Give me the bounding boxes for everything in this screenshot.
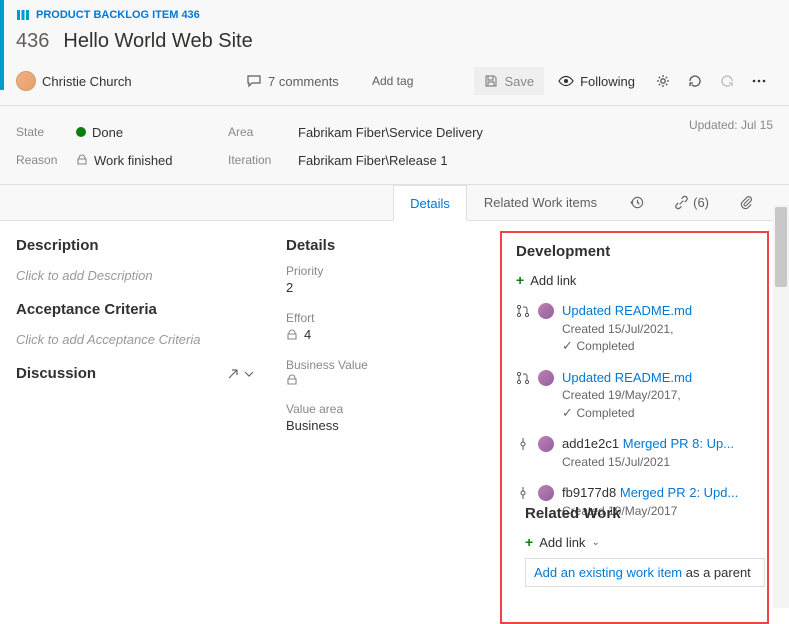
plus-icon: + bbox=[525, 534, 533, 550]
work-item-title[interactable]: Hello World Web Site bbox=[63, 30, 252, 53]
lock-icon bbox=[286, 329, 298, 341]
business-value-label: Business Value bbox=[286, 358, 484, 372]
dev-link[interactable]: Merged PR 2: Upd... bbox=[620, 485, 739, 500]
undo-button[interactable] bbox=[713, 67, 741, 95]
breadcrumb[interactable]: PRODUCT BACKLOG ITEM 436 bbox=[16, 8, 773, 26]
priority-field[interactable]: 2 bbox=[286, 278, 484, 301]
discussion-heading: Discussion bbox=[16, 365, 254, 382]
effort-label: Effort bbox=[286, 311, 484, 325]
value-area-label: Value area bbox=[286, 402, 484, 416]
business-value-field[interactable] bbox=[286, 372, 484, 392]
reason-field[interactable]: Work finished bbox=[76, 153, 216, 168]
gear-icon bbox=[655, 73, 671, 89]
development-item[interactable]: Updated README.md Created 19/May/2017, ✓… bbox=[516, 365, 753, 432]
avatar bbox=[538, 303, 554, 319]
avatar bbox=[16, 71, 36, 91]
state-field[interactable]: Done bbox=[76, 125, 216, 140]
refresh-icon bbox=[687, 73, 703, 89]
value-area-field[interactable]: Business bbox=[286, 416, 484, 439]
commit-icon bbox=[516, 486, 530, 500]
avatar bbox=[538, 485, 554, 501]
area-label: Area bbox=[228, 125, 298, 139]
acceptance-field[interactable]: Click to add Acceptance Criteria bbox=[16, 326, 254, 365]
pull-request-icon bbox=[516, 304, 530, 318]
comment-icon bbox=[246, 73, 262, 89]
development-item[interactable]: add1e2c1 Merged PR 8: Up... Created 15/J… bbox=[516, 431, 753, 480]
commit-icon bbox=[516, 437, 530, 451]
breadcrumb-label: PRODUCT BACKLOG ITEM 436 bbox=[36, 9, 200, 21]
follow-button[interactable]: Following bbox=[548, 67, 645, 95]
updated-label: Updated: Jul 15 bbox=[689, 118, 773, 174]
comments-button[interactable]: 7 comments bbox=[246, 73, 366, 89]
avatar bbox=[538, 436, 554, 452]
comments-count: 7 comments bbox=[268, 74, 339, 89]
refresh-button[interactable] bbox=[681, 67, 709, 95]
check-icon: ✓ bbox=[562, 405, 577, 420]
avatar bbox=[538, 370, 554, 386]
acceptance-heading: Acceptance Criteria bbox=[16, 301, 254, 318]
work-item-id: 436 bbox=[16, 30, 49, 53]
tab-related-work-items[interactable]: Related Work items bbox=[467, 185, 614, 221]
effort-field[interactable]: 4 bbox=[286, 325, 484, 348]
expand-collapse-control[interactable] bbox=[226, 367, 254, 381]
details-heading: Details bbox=[286, 237, 484, 254]
more-button[interactable] bbox=[745, 67, 773, 95]
related-work-heading: Related Work bbox=[525, 505, 765, 522]
priority-label: Priority bbox=[286, 264, 484, 278]
check-icon: ✓ bbox=[562, 338, 577, 353]
development-item[interactable]: Updated README.md Created 15/Jul/2021, ✓… bbox=[516, 298, 753, 365]
tab-history[interactable] bbox=[614, 185, 659, 221]
scrollbar-thumb[interactable] bbox=[775, 207, 787, 287]
lock-icon bbox=[76, 154, 88, 166]
assignee-picker[interactable]: Christie Church bbox=[16, 71, 246, 91]
description-heading: Description bbox=[16, 237, 254, 254]
add-existing-work-item-button[interactable]: Add an existing work item as a parent bbox=[525, 558, 765, 587]
state-label: State bbox=[16, 125, 76, 139]
iteration-field[interactable]: Fabrikam Fiber\Release 1 bbox=[298, 153, 677, 168]
scrollbar[interactable] bbox=[773, 205, 789, 608]
backlog-item-icon bbox=[16, 8, 30, 22]
dev-link[interactable]: Merged PR 8: Up... bbox=[623, 436, 734, 451]
assignee-name: Christie Church bbox=[42, 74, 132, 89]
pull-request-icon bbox=[516, 371, 530, 385]
tab-details[interactable]: Details bbox=[393, 185, 467, 221]
tab-links[interactable]: (6) bbox=[659, 185, 724, 221]
chevron-down-icon: ⌄ bbox=[591, 537, 599, 548]
settings-button[interactable] bbox=[649, 67, 677, 95]
dev-link[interactable]: Updated README.md bbox=[562, 303, 692, 318]
link-icon bbox=[674, 195, 689, 210]
add-tag-button[interactable]: Add tag bbox=[366, 72, 419, 90]
description-field[interactable]: Click to add Description bbox=[16, 262, 254, 301]
development-heading: Development bbox=[516, 243, 753, 260]
iteration-label: Iteration bbox=[228, 153, 298, 167]
undo-icon bbox=[719, 73, 735, 89]
plus-icon: + bbox=[516, 272, 524, 288]
save-button[interactable]: Save bbox=[474, 67, 544, 95]
save-icon bbox=[484, 74, 498, 88]
history-icon bbox=[629, 195, 644, 210]
tab-attachments[interactable] bbox=[724, 185, 769, 221]
more-icon bbox=[751, 73, 767, 89]
state-done-icon bbox=[76, 127, 86, 137]
dev-link[interactable]: Updated README.md bbox=[562, 370, 692, 385]
related-work-section: Related Work + Add link ⌄ Add an existin… bbox=[525, 505, 765, 587]
lock-icon bbox=[286, 374, 298, 386]
eye-icon bbox=[558, 73, 574, 89]
add-development-link-button[interactable]: + Add link bbox=[516, 268, 753, 298]
area-field[interactable]: Fabrikam Fiber\Service Delivery bbox=[298, 125, 677, 140]
attachment-icon bbox=[739, 195, 754, 210]
reason-label: Reason bbox=[16, 153, 76, 167]
add-related-link-button[interactable]: + Add link ⌄ bbox=[525, 530, 765, 558]
